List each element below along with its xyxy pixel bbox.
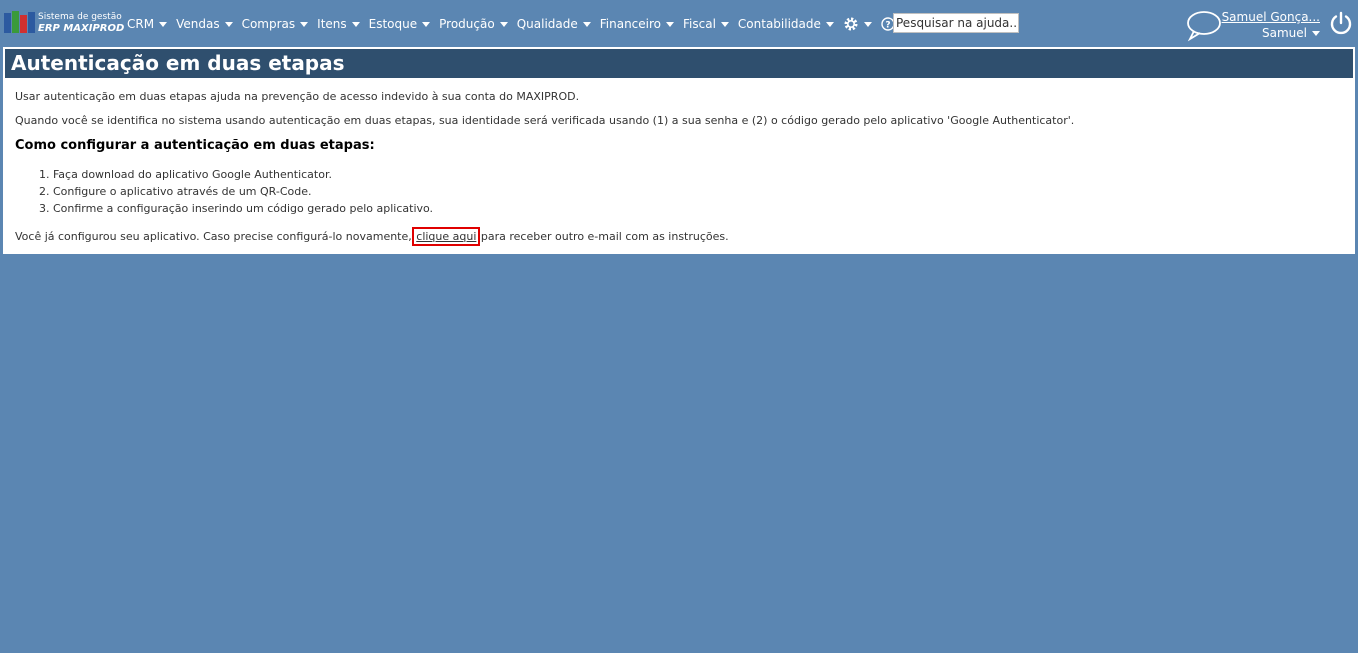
menu-vendas[interactable]: Vendas bbox=[176, 17, 233, 31]
caret-down-icon bbox=[159, 21, 168, 27]
menu-estoque[interactable]: Estoque bbox=[369, 17, 431, 31]
menu-label: Contabilidade bbox=[737, 17, 821, 31]
caret-down-icon bbox=[825, 21, 834, 27]
gear-icon bbox=[844, 17, 858, 31]
intro-text-1: Usar autenticação em duas etapas ajuda n… bbox=[15, 90, 580, 103]
menu-producao[interactable]: Produção bbox=[439, 17, 508, 31]
content-panel: Autenticação em duas etapas Usar autenti… bbox=[3, 47, 1355, 254]
list-item: 1. Faça download do aplicativo Google Au… bbox=[39, 168, 332, 181]
menu-label: Compras bbox=[241, 17, 296, 31]
reconfigure-text: Você já configurou seu aplicativo. Caso … bbox=[15, 227, 729, 246]
menu-label: Qualidade bbox=[516, 17, 578, 31]
menu-label: Itens bbox=[317, 17, 347, 31]
menu-financeiro[interactable]: Financeiro bbox=[599, 17, 675, 31]
menu-crm[interactable]: CRM bbox=[127, 17, 168, 31]
click-here-link[interactable]: clique aqui bbox=[412, 227, 481, 246]
menu-label: Financeiro bbox=[599, 17, 662, 31]
caret-down-icon bbox=[863, 21, 872, 27]
menu-itens[interactable]: Itens bbox=[317, 17, 360, 31]
caret-down-icon bbox=[422, 21, 431, 27]
brand-subtitle: Sistema de gestão bbox=[38, 12, 122, 22]
caret-down-icon bbox=[351, 21, 360, 27]
caret-down-icon bbox=[720, 21, 729, 27]
caret-down-icon bbox=[1312, 30, 1320, 36]
menu-label: CRM bbox=[127, 17, 155, 31]
help-search-input[interactable] bbox=[893, 13, 1019, 33]
caret-down-icon bbox=[499, 21, 508, 27]
caret-down-icon bbox=[224, 21, 233, 27]
caret-down-icon bbox=[582, 21, 591, 27]
menu-label: Vendas bbox=[176, 17, 220, 31]
intro-text-2: Quando você se identifica no sistema usa… bbox=[15, 114, 1075, 127]
caret-down-icon bbox=[300, 21, 309, 27]
steps-list: 1. Faça download do aplicativo Google Au… bbox=[39, 168, 433, 219]
erp-logo-icon[interactable] bbox=[4, 11, 36, 35]
menu-qualidade[interactable]: Qualidade bbox=[517, 17, 591, 31]
user-short-name: Samuel bbox=[1262, 26, 1307, 40]
chat-bubble-icon[interactable] bbox=[1185, 10, 1223, 42]
menu-label: Produção bbox=[439, 17, 495, 31]
main-menu: CRM Vendas Compras Itens Estoque Produçã… bbox=[127, 16, 917, 32]
brand[interactable]: Sistema de gestão ERP MAXIPROD bbox=[38, 11, 124, 35]
menu-contabilidade[interactable]: Contabilidade bbox=[738, 17, 834, 31]
reconfigure-text-before: Você já configurou seu aplicativo. Caso … bbox=[15, 230, 416, 243]
top-navigation-bar: Sistema de gestão ERP MAXIPROD CRM Venda… bbox=[0, 0, 1358, 46]
svg-text:?: ? bbox=[885, 21, 890, 31]
caret-down-icon bbox=[666, 21, 675, 27]
list-item: 2. Configure o aplicativo através de um … bbox=[39, 185, 312, 198]
section-heading: Como configurar a autenticação em duas e… bbox=[15, 138, 375, 153]
menu-label: Estoque bbox=[368, 17, 418, 31]
user-full-name[interactable]: Samuel Gonça... bbox=[1222, 10, 1320, 24]
brand-name: ERP MAXIPROD bbox=[38, 23, 125, 34]
menu-compras[interactable]: Compras bbox=[242, 17, 309, 31]
power-icon[interactable] bbox=[1329, 11, 1353, 35]
menu-label: Fiscal bbox=[683, 17, 716, 31]
user-menu[interactable]: Samuel Gonça... Samuel bbox=[1222, 10, 1320, 40]
menu-fiscal[interactable]: Fiscal bbox=[683, 17, 729, 31]
page-title: Autenticação em duas etapas bbox=[5, 49, 1353, 78]
user-short[interactable]: Samuel bbox=[1222, 26, 1320, 40]
reconfigure-text-after: para receber outro e-mail com as instruç… bbox=[477, 230, 729, 243]
settings-menu[interactable] bbox=[843, 16, 872, 32]
list-item: 3. Confirme a configuração inserindo um … bbox=[39, 202, 434, 215]
